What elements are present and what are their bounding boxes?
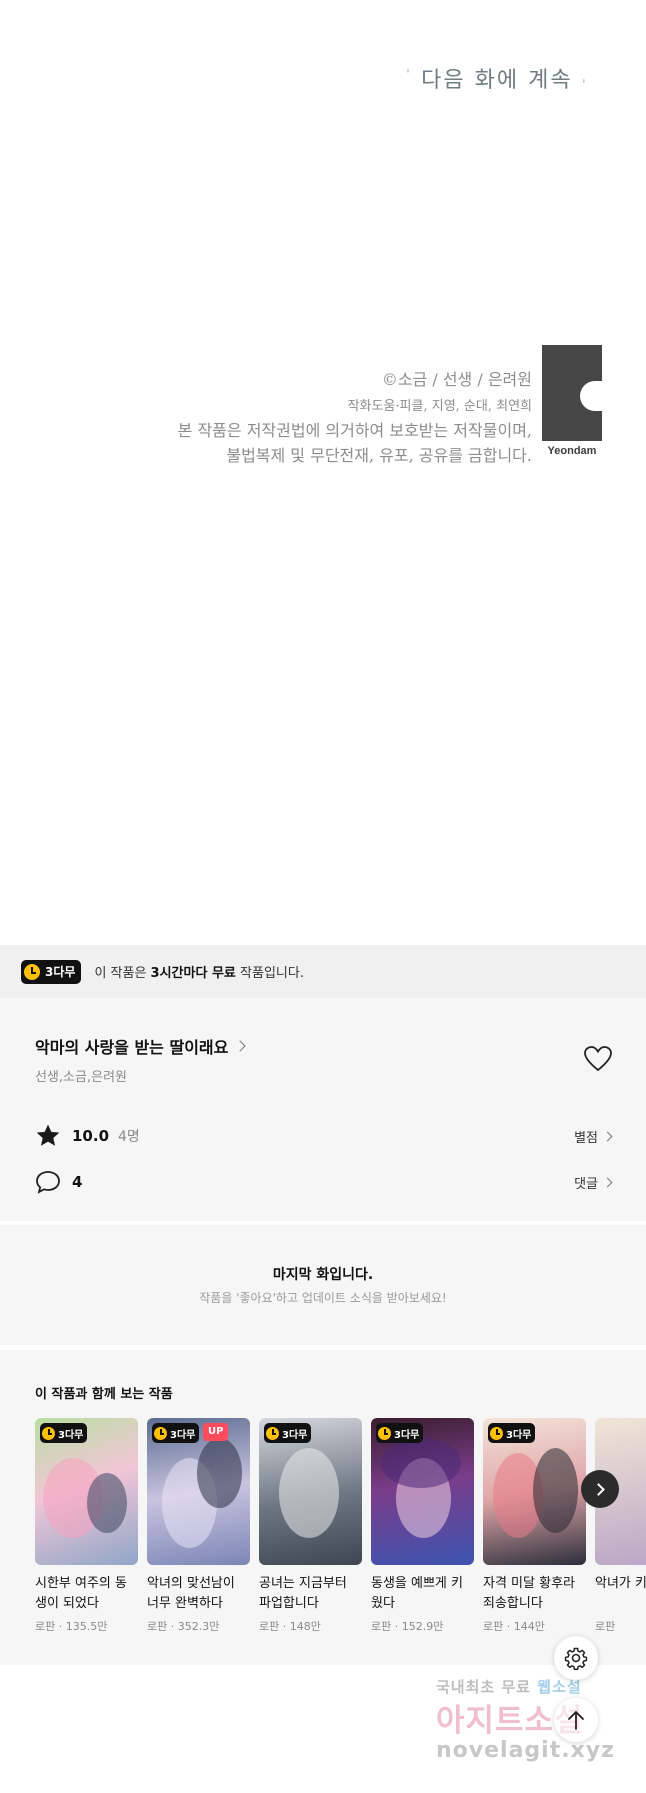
card-title: 동생을 예쁘게 키웠다 bbox=[371, 1576, 463, 1611]
cover-image: 3다무 UP bbox=[147, 1418, 250, 1565]
comment-icon bbox=[36, 1171, 60, 1194]
work-info-card: 악마의 사랑을 받는 딸이래요 선생,소금,은려원 10.0 4명 별점 4 댓… bbox=[0, 998, 646, 1221]
clock-icon bbox=[266, 1426, 279, 1440]
comment-count: 4 bbox=[72, 1173, 83, 1191]
rating-count: 4명 bbox=[118, 1129, 140, 1145]
cover-image: 3다무 bbox=[259, 1418, 362, 1565]
watermark-line1-b: 웹소설 bbox=[537, 1678, 582, 1696]
publisher-logo: Yeondam bbox=[542, 345, 602, 457]
rating-value: 10.0 bbox=[72, 1127, 110, 1145]
rating-row: 10.0 4명 별점 bbox=[35, 1122, 613, 1150]
recommendation-card[interactable]: 3다무 UP 악녀의 맞선남이 너무 완벽하다 로판 · 352.3만 bbox=[147, 1418, 250, 1634]
arrow-up-icon bbox=[568, 1711, 584, 1730]
credits-assist: 작화도움·피클, 지영, 순대, 최연희 bbox=[347, 399, 532, 414]
comment-link[interactable]: 댓글 bbox=[574, 1173, 613, 1192]
chevron-right-icon bbox=[602, 1131, 613, 1141]
chevron-right-icon bbox=[591, 1482, 605, 1496]
watermark-line1-a: 국내최초 무료 bbox=[436, 1678, 532, 1696]
card-meta: 로판 · 135.5만 bbox=[35, 1620, 108, 1633]
chevron-right-icon bbox=[602, 1177, 613, 1187]
clock-icon bbox=[490, 1426, 503, 1440]
credits-notice-2: 불법복제 및 무단전재, 유포, 공유를 금합니다. bbox=[226, 446, 532, 465]
star-icon bbox=[36, 1124, 60, 1146]
free-every-3h-banner: 3다무 이 작품은 3시간마다 무료 작품입니다. bbox=[0, 945, 646, 998]
chevron-right-icon bbox=[234, 1040, 247, 1052]
watermark: 국내최초 무료 웹소설 아지트소설 novelagit.xyz bbox=[436, 1676, 646, 1763]
card-title: 공녀는 지금부터 파업합니다 bbox=[259, 1576, 347, 1611]
last-episode-notice: 마지막 화입니다. 작품을 '좋아요'하고 업데이트 소식을 받아보세요! bbox=[0, 1225, 646, 1345]
settings-button[interactable] bbox=[554, 1636, 598, 1680]
credits-notice-1: 본 작품은 저작권법에 의거하여 보호받는 저작물이며, bbox=[177, 421, 532, 440]
last-episode-subtitle: 작품을 '좋아요'하고 업데이트 소식을 받아보세요! bbox=[199, 1291, 447, 1305]
scroll-top-button[interactable] bbox=[554, 1698, 598, 1742]
card-title: 악녀가 키웠다 bbox=[595, 1576, 646, 1591]
clock-icon bbox=[154, 1426, 167, 1440]
card-meta: 로판 · 152.9만 bbox=[371, 1620, 444, 1633]
clock-icon bbox=[378, 1426, 391, 1440]
card-title: 악녀의 맞선남이 너무 완벽하다 bbox=[147, 1576, 235, 1611]
wait-free-badge: 3다무 bbox=[488, 1423, 536, 1443]
publisher-logo-text: Yeondam bbox=[547, 445, 597, 457]
recommendations-section: 이 작품과 함께 보는 작품 3다무 시한부 여주의 동생이 되었다 로판 · … bbox=[0, 1350, 646, 1665]
recommendation-card[interactable]: 3다무 동생을 예쁘게 키웠다 로판 · 152.9만 bbox=[371, 1418, 474, 1634]
work-authors: 선생,소금,은려원 bbox=[35, 1070, 127, 1085]
card-title: 자격 미달 황후라 죄송합니다 bbox=[483, 1576, 575, 1611]
card-meta: 로판 bbox=[595, 1620, 616, 1633]
cover-image: 3다무 bbox=[35, 1418, 138, 1565]
up-badge: UP bbox=[203, 1423, 229, 1441]
comment-row: 4 댓글 bbox=[35, 1168, 613, 1196]
work-title: 악마의 사랑을 받는 딸이래요 bbox=[35, 1038, 229, 1057]
cover-image: 3다무 bbox=[483, 1418, 586, 1565]
credits-copyright: ©소금 / 선생 / 은려원 bbox=[381, 370, 532, 389]
heart-icon[interactable] bbox=[584, 1046, 612, 1072]
publisher-logo-mark bbox=[542, 345, 602, 441]
wait-free-badge: 3다무 bbox=[376, 1423, 424, 1443]
carousel-next-button[interactable] bbox=[581, 1470, 619, 1508]
last-episode-title: 마지막 화입니다. bbox=[272, 1267, 374, 1283]
to-be-continued: ˈ 다음 화에 계속 ˌ bbox=[405, 66, 588, 93]
card-title: 시한부 여주의 동생이 되었다 bbox=[35, 1576, 127, 1611]
free-banner-text: 이 작품은 3시간마다 무료 작품입니다. bbox=[94, 966, 304, 981]
credits: ©소금 / 선생 / 은려원 작화도움·피클, 지영, 순대, 최연희 본 작품… bbox=[178, 368, 532, 468]
card-meta: 로판 · 144만 bbox=[483, 1620, 545, 1633]
work-title-link[interactable]: 악마의 사랑을 받는 딸이래요 bbox=[35, 1034, 247, 1058]
gear-icon bbox=[564, 1647, 588, 1670]
recommendation-card[interactable]: 악녀가 키웠다 로판 bbox=[595, 1418, 646, 1634]
wait-free-badge: 3다무 bbox=[21, 959, 82, 984]
comic-end-panel: ˈ 다음 화에 계속 ˌ ©소금 / 선생 / 은려원 작화도움·피클, 지영,… bbox=[0, 0, 646, 945]
clock-icon bbox=[24, 963, 40, 980]
recommendation-card[interactable]: 3다무 공녀는 지금부터 파업합니다 로판 · 148만 bbox=[259, 1418, 362, 1634]
card-meta: 로판 · 352.3만 bbox=[147, 1620, 220, 1633]
rating-link[interactable]: 별점 bbox=[574, 1127, 613, 1146]
watermark-line2: 아지트소설 bbox=[436, 1703, 584, 1739]
continue-text: 다음 화에 계속 bbox=[421, 68, 573, 93]
recommendation-card[interactable]: 3다무 시한부 여주의 동생이 되었다 로판 · 135.5만 bbox=[35, 1418, 138, 1634]
card-meta: 로판 · 148만 bbox=[259, 1620, 321, 1633]
wait-free-badge: 3다무 bbox=[152, 1423, 200, 1443]
recommendations-heading: 이 작품과 함께 보는 작품 bbox=[35, 1387, 173, 1402]
wait-free-badge: 3다무 bbox=[264, 1423, 312, 1443]
clock-icon bbox=[42, 1426, 55, 1440]
cover-image: 3다무 bbox=[371, 1418, 474, 1565]
recommendation-card[interactable]: 3다무 자격 미달 황후라 죄송합니다 로판 · 144만 bbox=[483, 1418, 586, 1634]
wait-free-badge: 3다무 bbox=[40, 1423, 88, 1443]
watermark-line3: novelagit.xyz bbox=[436, 1738, 615, 1763]
